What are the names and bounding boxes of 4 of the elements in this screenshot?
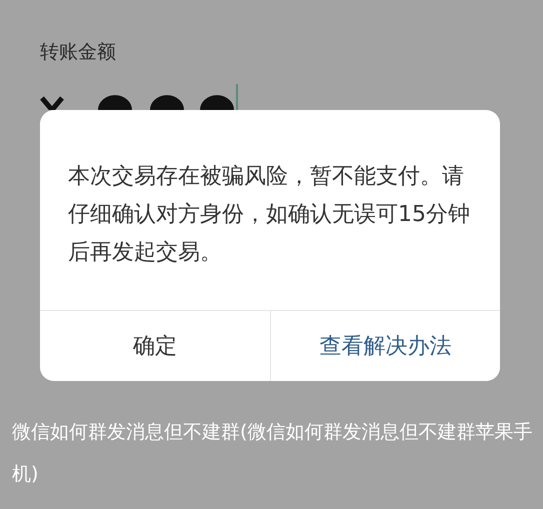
solution-button[interactable]: 查看解决办法	[270, 311, 500, 381]
amount-label: 转账金额	[40, 40, 116, 64]
caption-text: 微信如何群发消息但不建群(微信如何群发消息但不建群苹果手机)	[12, 420, 534, 487]
dialog-message: 本次交易存在被骗风险，暂不能支付。请仔细确认对方身份，如确认无误可15分钟后再发起交易。	[67, 163, 471, 267]
